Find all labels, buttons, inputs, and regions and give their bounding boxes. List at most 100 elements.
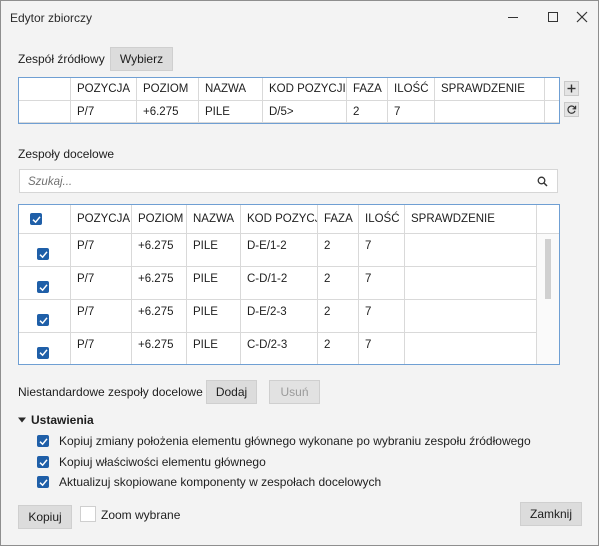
row-checkbox[interactable] [37,346,49,359]
target-header-ilosc[interactable]: ILOŚĆ [359,205,405,234]
select-all-checkbox[interactable] [30,213,42,225]
cell-nazwa: PILE [187,267,241,300]
source-cell-ilosc: 7 [388,101,435,123]
option-update-components[interactable]: Aktualizuj skopiowane komponenty w zespo… [37,475,381,489]
target-header-row: POZYCJA POZIOM NAZWA KOD POZYCJI FAZA IL… [19,205,559,234]
check-icon [38,437,48,445]
cell-faza: 2 [318,333,359,364]
check-icon [31,215,41,223]
source-header-filler [545,78,559,101]
row-checkbox[interactable] [37,248,49,260]
target-assemblies-label: Zespoły docelowe [18,147,115,161]
add-button[interactable]: Dodaj [206,380,257,404]
cell-ilosc: 7 [359,267,405,300]
row-checkbox-cell[interactable] [19,234,71,267]
table-row[interactable]: P/7 +6.275 PILE D-E/2-3 2 7 [19,300,537,333]
table-row[interactable]: P/7 +6.275 PILE D-E/1-2 2 7 [19,234,537,267]
cell-pozycja: P/7 [71,300,132,333]
caret-down-icon [18,417,26,423]
cell-ilosc: 7 [359,300,405,333]
option-checkbox[interactable] [37,476,49,488]
option-checkbox[interactable] [37,456,49,468]
cell-ilosc: 7 [359,234,405,267]
cell-sprawdzenie [405,300,537,333]
cell-kod: C-D/2-3 [241,333,318,364]
source-cell-sprawdzenie [435,101,545,123]
target-header-nazwa[interactable]: NAZWA [187,205,241,234]
minimize-button[interactable] [496,1,530,33]
source-header-faza[interactable]: FAZA [347,78,388,101]
source-header-row: POZYCJA POZIOM NAZWA KOD POZYCJI FAZA IL… [19,78,559,101]
cell-sprawdzenie [405,333,537,364]
option-label: Aktualizuj skopiowane komponenty w zespo… [59,475,382,489]
zoom-selected-checkbox[interactable] [80,506,96,522]
minimize-icon [508,17,518,18]
row-checkbox[interactable] [37,281,49,293]
cell-pozycja: P/7 [71,267,132,300]
check-icon [38,283,48,291]
close-dialog-button[interactable]: Zamknij [520,502,582,526]
source-header-ilosc[interactable]: ILOŚĆ [388,78,435,101]
source-row[interactable]: P/7 +6.275 PILE D/5> 2 7 [19,101,559,123]
cell-nazwa: PILE [187,300,241,333]
option-copy-properties[interactable]: Kopiuj właściwości elementu głównego [37,455,266,469]
option-copy-position[interactable]: Kopiuj zmiany położenia elementu główneg… [37,434,531,448]
cell-pozycja: P/7 [71,234,132,267]
source-header-kod[interactable]: KOD POZYCJI [263,78,347,101]
zoom-selected-label: Zoom wybrane [101,508,181,522]
add-row-button[interactable] [564,81,579,96]
plus-icon [567,84,576,93]
cell-pozycja: P/7 [71,333,132,364]
cell-kod: C-D/1-2 [241,267,318,300]
cell-ilosc: 7 [359,333,405,364]
table-row[interactable]: P/7 +6.275 PILE C-D/2-3 2 7 [19,333,537,364]
cell-poziom: +6.275 [132,267,187,300]
row-checkbox-cell[interactable] [19,333,71,364]
cell-nazwa: PILE [187,234,241,267]
select-source-button[interactable]: Wybierz [110,47,173,71]
target-header-poziom[interactable]: POZIOM [132,205,187,234]
source-cell-pozycja: P/7 [71,101,137,123]
target-header-pozycja[interactable]: POZYCJA [71,205,132,234]
table-row[interactable]: P/7 +6.275 PILE C-D/1-2 2 7 [19,267,537,300]
scrollbar-thumb[interactable] [545,239,551,299]
maximize-icon [548,12,558,22]
remove-button[interactable]: Usuń [269,380,320,404]
source-cell-nazwa: PILE [199,101,263,123]
title-bar: Edytor zbiorczy [1,1,598,33]
select-all-cell[interactable] [19,205,71,234]
source-header-nazwa[interactable]: NAZWA [199,78,263,101]
search-input[interactable] [26,173,530,191]
custom-targets-label: Niestandardowe zespoły docelowe [18,385,203,399]
settings-title: Ustawienia [31,413,94,427]
search-box[interactable] [19,169,558,193]
search-icon[interactable] [537,176,548,187]
target-header-filler [537,205,559,234]
check-icon [38,458,48,466]
copy-button[interactable]: Kopiuj [18,505,72,529]
option-checkbox[interactable] [37,435,49,447]
option-label: Kopiuj właściwości elementu głównego [59,455,266,469]
source-header-sprawdzenie[interactable]: SPRAWDZENIE [435,78,545,101]
refresh-button[interactable] [564,102,579,117]
cell-faza: 2 [318,300,359,333]
cell-poziom: +6.275 [132,234,187,267]
settings-header[interactable]: Ustawienia [18,413,94,427]
source-row-filler [545,101,559,123]
close-button[interactable] [565,1,599,33]
row-checkbox-cell[interactable] [19,267,71,300]
target-header-sprawdzenie[interactable]: SPRAWDZENIE [405,205,537,234]
target-header-kod[interactable]: KOD POZYCJI [241,205,318,234]
source-header-poziom[interactable]: POZIOM [137,78,199,101]
row-checkbox[interactable] [37,314,49,326]
window-title: Edytor zbiorczy [10,11,93,25]
cell-kod: D-E/2-3 [241,300,318,333]
close-icon [576,11,588,23]
row-checkbox-cell[interactable] [19,300,71,333]
cell-faza: 2 [318,267,359,300]
cell-nazwa: PILE [187,333,241,364]
target-header-faza[interactable]: FAZA [318,205,359,234]
check-icon [38,349,48,357]
source-header-pozycja[interactable]: POZYCJA [71,78,137,101]
vertical-scrollbar[interactable] [537,234,559,364]
